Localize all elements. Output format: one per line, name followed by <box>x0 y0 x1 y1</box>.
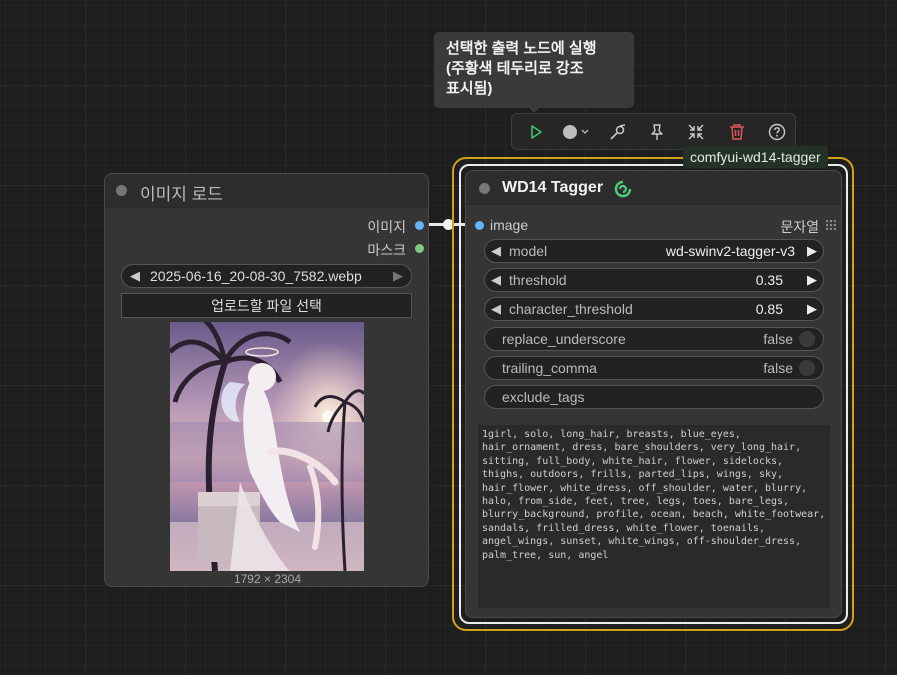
increment-arrow-icon[interactable]: ▶ <box>807 272 817 288</box>
widget-label: model <box>509 243 548 259</box>
output-label-mask: 마스크 <box>367 242 406 258</box>
delete-button[interactable] <box>725 114 749 149</box>
collapse-button[interactable] <box>684 114 708 149</box>
output-slot-mask[interactable] <box>415 244 424 253</box>
combo-right-arrow-icon[interactable]: ▶ <box>807 243 817 259</box>
play-icon <box>531 124 542 139</box>
combo-right-arrow-icon[interactable]: ▶ <box>393 268 403 284</box>
tooltip-line-3: 표시됨) <box>446 80 493 97</box>
tags-output-textarea[interactable]: 1girl, solo, long_hair, breasts, blue_ey… <box>478 425 830 608</box>
widget-label: exclude_tags <box>502 389 585 405</box>
upload-file-button[interactable]: 업로드할 파일 선택 <box>121 293 412 318</box>
output-slot-image[interactable] <box>415 221 424 230</box>
load-image-node[interactable]: 이미지 로드 이미지 마스크 ◀ 2025-06-16_20-08-30_758… <box>104 173 429 587</box>
collapse-icon <box>688 124 704 139</box>
node-title: WD14 Tagger <box>502 179 604 196</box>
pin-button[interactable] <box>645 114 669 149</box>
tooltip-line-1: 선택한 출력 노드에 실행 <box>446 40 597 57</box>
decrement-arrow-icon[interactable]: ◀ <box>491 272 501 288</box>
node-header[interactable]: 이미지 로드 <box>105 174 428 208</box>
node-source-badge: comfyui-wd14-tagger <box>683 146 828 168</box>
combo-left-arrow-icon[interactable]: ◀ <box>130 268 140 284</box>
wd14-tagger-node[interactable]: WD14 Tagger image 문자열 ◀ model wd-swinv2-… <box>465 170 842 618</box>
collapse-dot[interactable] <box>479 183 490 194</box>
node-header[interactable]: WD14 Tagger <box>466 171 841 205</box>
widget-value: false <box>763 360 793 376</box>
help-icon <box>768 123 786 140</box>
widget-label: character_threshold <box>509 301 633 317</box>
color-picker-button[interactable] <box>560 114 592 149</box>
collapse-dot[interactable] <box>116 185 127 196</box>
threshold-number[interactable]: ◀ threshold 0.35 ▶ <box>484 268 824 292</box>
tagger-logo-icon <box>614 180 632 198</box>
node-title: 이미지 로드 <box>140 185 223 204</box>
output-label-image: 이미지 <box>367 219 406 235</box>
widget-label: threshold <box>509 272 567 288</box>
model-combo[interactable]: ◀ model wd-swinv2-tagger-v3 ▶ <box>484 239 824 263</box>
replace-underscore-toggle[interactable]: replace_underscore false <box>484 327 824 351</box>
help-button[interactable] <box>765 114 789 149</box>
combo-left-arrow-icon[interactable]: ◀ <box>491 243 501 259</box>
combo-value: 2025-06-16_20-08-30_7582.webp <box>150 268 362 284</box>
toggle-knob[interactable] <box>799 331 815 347</box>
bypass-button[interactable] <box>606 114 630 149</box>
input-slot-image[interactable] <box>475 221 484 230</box>
widget-label: replace_underscore <box>502 331 626 347</box>
decrement-arrow-icon[interactable]: ◀ <box>491 301 501 317</box>
pin-icon <box>651 123 663 140</box>
selection-toolbox <box>511 113 796 150</box>
exclude-tags-input[interactable]: exclude_tags <box>484 385 824 409</box>
trash-icon <box>730 123 744 140</box>
widget-value: false <box>763 331 793 347</box>
tooltip-line-2: (주황색 테두리로 강조 <box>446 60 584 77</box>
run-tooltip: 선택한 출력 노드에 실행 (주황색 테두리로 강조 표시됨) <box>434 32 634 108</box>
image-select-combo[interactable]: ◀ 2025-06-16_20-08-30_7582.webp ▶ <box>121 264 412 288</box>
widget-label: trailing_comma <box>502 360 597 376</box>
grid-output-icon[interactable] <box>826 220 836 230</box>
bypass-icon <box>610 123 626 140</box>
widget-value: wd-swinv2-tagger-v3 <box>665 243 795 259</box>
run-selected-button[interactable] <box>522 114 550 149</box>
image-dimensions: 1792 × 2304 <box>233 572 302 586</box>
output-label-string: 문자열 <box>780 219 819 235</box>
widget-value: 0.85 <box>755 301 783 317</box>
input-label-image: image <box>490 217 529 233</box>
widget-value: 0.35 <box>755 272 783 288</box>
toggle-knob[interactable] <box>799 360 815 376</box>
increment-arrow-icon[interactable]: ▶ <box>807 301 817 317</box>
color-circle-icon <box>563 124 589 139</box>
character-threshold-number[interactable]: ◀ character_threshold 0.85 ▶ <box>484 297 824 321</box>
trailing-comma-toggle[interactable]: trailing_comma false <box>484 356 824 380</box>
image-preview <box>170 322 364 571</box>
